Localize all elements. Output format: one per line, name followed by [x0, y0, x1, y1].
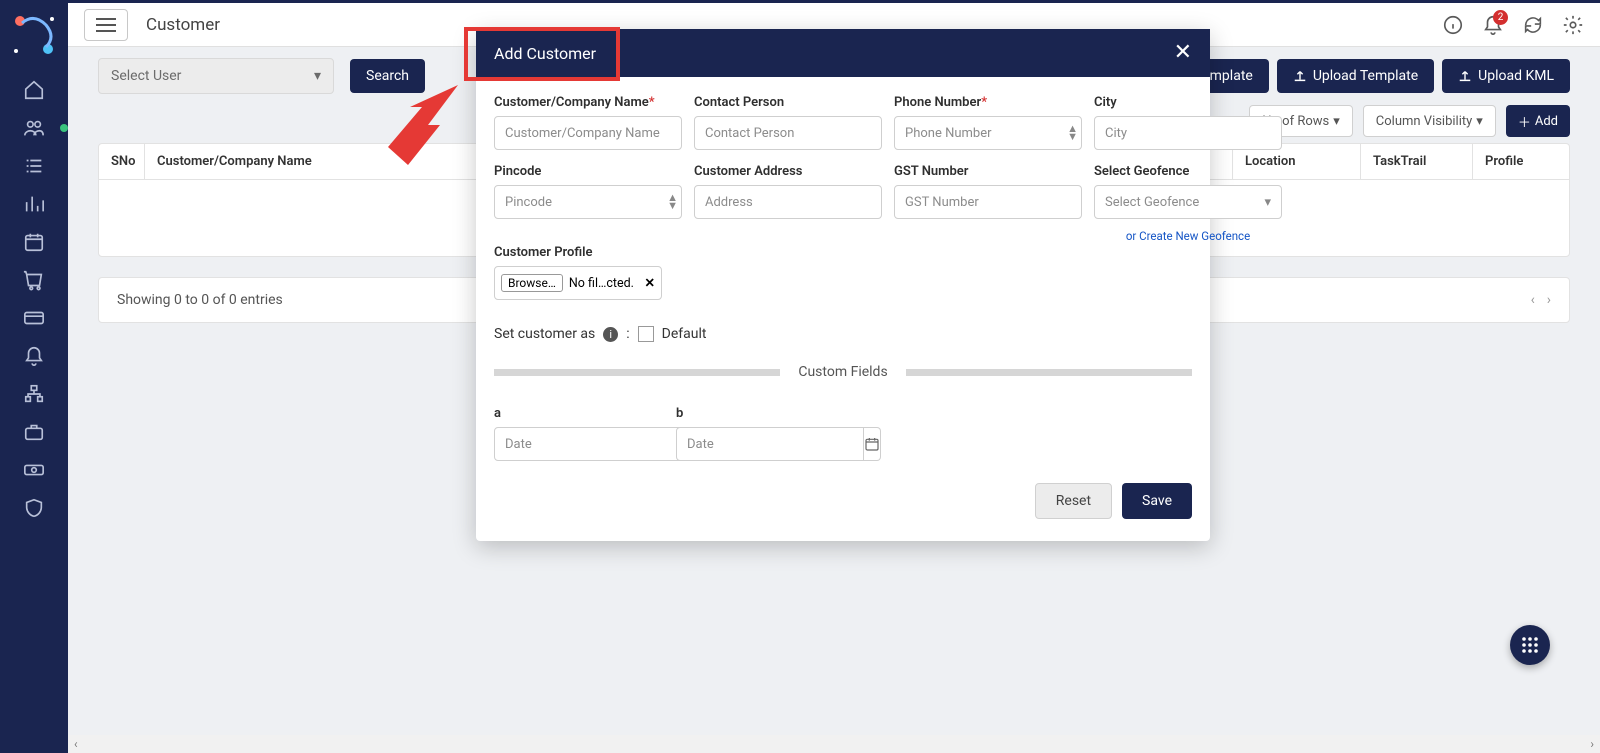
menu-toggle-button[interactable]	[84, 9, 128, 41]
city-input[interactable]	[1094, 116, 1282, 150]
label-phone: Phone Number*	[894, 95, 1082, 110]
set-customer-row: Set customer as i : Default	[494, 326, 1192, 342]
nav-orders[interactable]	[12, 261, 56, 299]
label-address: Customer Address	[694, 164, 882, 179]
geofence-select[interactable]: Select Geofence▾	[1094, 185, 1282, 219]
select-user-label: Select User	[111, 68, 181, 84]
info-icon[interactable]	[1442, 14, 1464, 36]
calendar-icon[interactable]	[864, 427, 881, 461]
settings-icon[interactable]	[1562, 14, 1584, 36]
add-button[interactable]: ＋Add	[1506, 105, 1570, 137]
set-customer-label: Set customer as	[494, 326, 595, 342]
caret-down-icon: ▾	[314, 68, 321, 84]
label-a: a	[494, 406, 662, 421]
company-name-input[interactable]	[494, 116, 682, 150]
modal-title: Add Customer	[494, 44, 596, 63]
field-b-input[interactable]	[676, 427, 864, 461]
default-label: Default	[662, 326, 707, 342]
nav-jobs[interactable]	[12, 413, 56, 451]
refresh-icon[interactable]	[1522, 14, 1544, 36]
custom-fields-title: Custom Fields	[798, 364, 887, 380]
nav-alerts[interactable]	[12, 337, 56, 375]
contact-person-input[interactable]	[694, 116, 882, 150]
page-next[interactable]: ›	[1547, 292, 1551, 308]
label-customer-profile: Customer Profile	[494, 245, 662, 260]
custom-fields-divider: Custom Fields	[494, 364, 1192, 380]
create-geofence-link[interactable]: or Create New Geofence	[1094, 229, 1282, 243]
nav-expenses[interactable]	[12, 451, 56, 489]
page-title: Customer	[146, 15, 220, 35]
customer-profile-file[interactable]: Browse… No fil…cted. ✕	[494, 266, 662, 300]
upload-template-button[interactable]: Upload Template	[1277, 59, 1434, 93]
nav-analytics[interactable]	[12, 185, 56, 223]
add-customer-modal: Add Customer ✕ Customer/Company Name* Co…	[476, 29, 1210, 541]
label-city: City	[1094, 95, 1282, 110]
nav-payments[interactable]	[12, 299, 56, 337]
select-user-dropdown[interactable]: Select User ▾	[98, 58, 334, 94]
notification-icon[interactable]: 2	[1482, 14, 1504, 36]
spinner-icon[interactable]: ▲▼	[1067, 125, 1078, 141]
label-b: b	[676, 406, 844, 421]
label-pincode: Pincode	[494, 164, 682, 179]
page-prev[interactable]: ‹	[1531, 292, 1535, 308]
modal-header: Add Customer ✕	[476, 29, 1210, 77]
reset-button[interactable]: Reset	[1035, 483, 1112, 519]
info-icon[interactable]: i	[603, 327, 618, 342]
pincode-input[interactable]	[494, 185, 682, 219]
notification-badge: 2	[1493, 10, 1508, 25]
nav-customers[interactable]	[12, 109, 56, 147]
col-profile: Profile	[1473, 144, 1569, 179]
nav-tasks[interactable]	[12, 147, 56, 185]
address-input[interactable]	[694, 185, 882, 219]
default-checkbox[interactable]	[638, 326, 654, 342]
gst-input[interactable]	[894, 185, 1082, 219]
search-button[interactable]: Search	[350, 59, 425, 93]
scroll-left[interactable]: ‹	[74, 737, 78, 751]
nav-security[interactable]	[12, 489, 56, 527]
label-gst: GST Number	[894, 164, 1082, 179]
clear-file-icon[interactable]: ✕	[645, 275, 655, 291]
nav-home[interactable]	[12, 71, 56, 109]
field-a-input[interactable]	[494, 427, 682, 461]
phone-number-input[interactable]	[894, 116, 1082, 150]
col-sno: SNo	[99, 144, 145, 179]
upload-kml-button[interactable]: Upload KML	[1442, 59, 1570, 93]
app-logo	[8, 9, 60, 61]
label-company-name: Customer/Company Name*	[494, 95, 682, 110]
label-geofence: Select Geofence	[1094, 164, 1282, 179]
spinner-icon[interactable]: ▲▼	[667, 194, 678, 210]
save-button[interactable]: Save	[1122, 483, 1192, 519]
nav-org[interactable]	[12, 375, 56, 413]
column-visibility-dropdown[interactable]: Column Visibility▾	[1363, 105, 1496, 137]
nav-calendar[interactable]	[12, 223, 56, 261]
apps-fab[interactable]	[1510, 625, 1550, 665]
col-tasktrail: TaskTrail	[1361, 144, 1473, 179]
sidebar	[0, 3, 68, 753]
file-status: No fil…cted.	[569, 276, 634, 291]
horizontal-scrollbar[interactable]: ‹ ›	[68, 735, 1600, 753]
browse-button[interactable]: Browse…	[501, 274, 563, 292]
label-contact: Contact Person	[694, 95, 882, 110]
close-icon[interactable]: ✕	[1174, 42, 1192, 64]
showing-text: Showing 0 to 0 of 0 entries	[117, 292, 283, 308]
scroll-right[interactable]: ›	[1590, 737, 1594, 751]
